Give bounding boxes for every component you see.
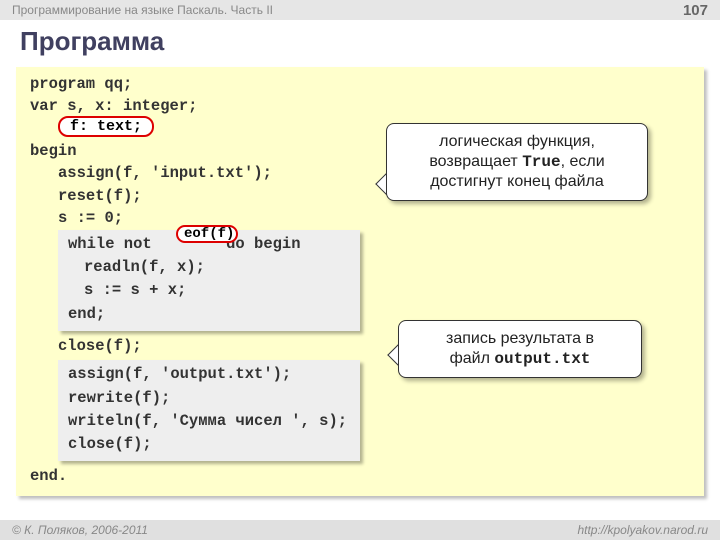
highlight-eof: eof(f) xyxy=(176,225,238,243)
footer: © К. Поляков, 2006-2011 http://kpolyakov… xyxy=(0,520,720,540)
copyright: © К. Поляков, 2006-2011 xyxy=(12,523,148,537)
code-line: close(f); xyxy=(68,433,350,456)
code-block-loop: eof(f) while not do begin readln(f, x); … xyxy=(58,230,360,331)
callout-text: возвращает True, если xyxy=(399,152,635,172)
callout-text: запись результата в xyxy=(411,329,629,349)
code-line: readln(f, x); xyxy=(68,256,350,279)
header: Программирование на языке Паскаль. Часть… xyxy=(0,0,720,20)
callout-output: запись результата в файл output.txt xyxy=(398,320,642,378)
code-line: s := s + x; xyxy=(68,279,350,302)
page-title: Программа xyxy=(0,20,720,63)
code-line: rewrite(f); xyxy=(68,387,350,410)
page-number: 107 xyxy=(683,2,708,19)
highlight-file-var: f: text; xyxy=(58,116,154,137)
code-line: writeln(f, 'Сумма чисел ', s); xyxy=(68,410,350,433)
code-line: assign(f, 'output.txt'); xyxy=(68,363,350,386)
callout-eof: логическая функция, возвращает True, есл… xyxy=(386,123,648,201)
code-line: end; xyxy=(68,303,350,326)
callout-text: файл output.txt xyxy=(411,349,629,369)
code-line: var s, x: integer; xyxy=(30,95,690,117)
callout-text: достигнут конец файла xyxy=(399,172,635,192)
breadcrumb: Программирование на языке Паскаль. Часть… xyxy=(12,3,273,17)
code-line: s := 0; xyxy=(30,207,690,229)
code-block-output: assign(f, 'output.txt'); rewrite(f); wri… xyxy=(58,360,360,461)
callout-text: логическая функция, xyxy=(399,132,635,152)
code-line: end. xyxy=(30,465,690,487)
code-line: program qq; xyxy=(30,73,690,95)
footer-url: http://kpolyakov.narod.ru xyxy=(577,523,708,537)
